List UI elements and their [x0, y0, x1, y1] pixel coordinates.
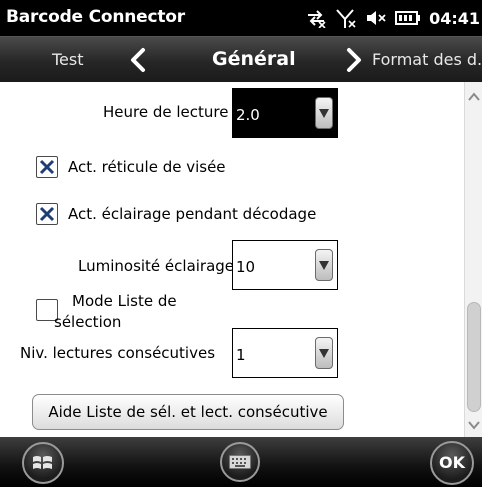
start-button[interactable]: [22, 442, 64, 484]
chevron-down-icon: [319, 349, 329, 358]
consecutive-reads-value: 1: [236, 346, 246, 364]
dropdown-arrow-button[interactable]: [315, 337, 333, 369]
consecutive-reads-label: Niv. lectures consécutives: [20, 344, 216, 362]
signal-off-icon: [336, 9, 356, 28]
tab-bar: Test Général Format des d...: [0, 36, 482, 83]
volume-off-icon: [367, 11, 386, 25]
keyboard-icon: [229, 455, 251, 469]
sync-icon: [308, 10, 326, 28]
status-icons: 04:41: [305, 6, 482, 30]
brightness-value: 10: [236, 258, 256, 276]
chevron-left-icon[interactable]: [128, 47, 148, 73]
tab-general[interactable]: Général: [212, 48, 296, 70]
tab-format[interactable]: Format des d...: [372, 50, 482, 69]
aim-reticle-checkbox[interactable]: [36, 156, 58, 178]
battery-icon: [395, 11, 421, 25]
status-bar: Barcode Connector 04:41: [0, 0, 482, 36]
vertical-scrollbar[interactable]: [464, 82, 482, 437]
picklist-mode-label-line1[interactable]: Mode Liste de: [72, 292, 177, 310]
bottom-bar: OK: [0, 437, 482, 487]
scroll-up-icon[interactable]: [465, 88, 482, 106]
clock: 04:41: [429, 8, 480, 28]
dropdown-arrow-button[interactable]: [315, 249, 333, 281]
read-time-label: Heure de lecture: [103, 103, 229, 121]
ok-label: OK: [439, 453, 465, 472]
brightness-dropdown[interactable]: 10: [232, 240, 338, 290]
tab-test[interactable]: Test: [52, 50, 84, 69]
read-time-dropdown[interactable]: 2.0: [232, 88, 338, 138]
settings-panel: Heure de lecture 2.0 Act. réticule de vi…: [0, 82, 482, 437]
dropdown-arrow-button[interactable]: [315, 97, 333, 129]
chevron-down-icon: [319, 261, 329, 270]
windows-start-icon: [33, 456, 52, 469]
scroll-thumb[interactable]: [467, 302, 481, 412]
read-time-value: 2.0: [236, 106, 260, 124]
app-title: Barcode Connector: [6, 7, 185, 27]
illumination-decode-checkbox[interactable]: [36, 203, 58, 225]
brightness-label: Luminosité éclairage: [78, 257, 235, 275]
aim-reticle-label[interactable]: Act. réticule de visée: [68, 158, 226, 176]
scroll-down-icon[interactable]: [465, 416, 482, 434]
ok-button[interactable]: OK: [430, 441, 474, 485]
checkmark-x-icon: [39, 159, 55, 175]
chevron-right-icon[interactable]: [344, 47, 364, 73]
illumination-decode-label[interactable]: Act. éclairage pendant décodage: [68, 205, 316, 223]
picklist-mode-label-line2[interactable]: sélection: [54, 313, 121, 331]
keyboard-button[interactable]: [220, 442, 260, 482]
consecutive-reads-dropdown[interactable]: 1: [232, 328, 338, 378]
checkmark-x-icon: [39, 206, 55, 222]
chevron-down-icon: [319, 109, 329, 118]
picklist-help-button[interactable]: Aide Liste de sél. et lect. consécutive: [32, 394, 344, 430]
